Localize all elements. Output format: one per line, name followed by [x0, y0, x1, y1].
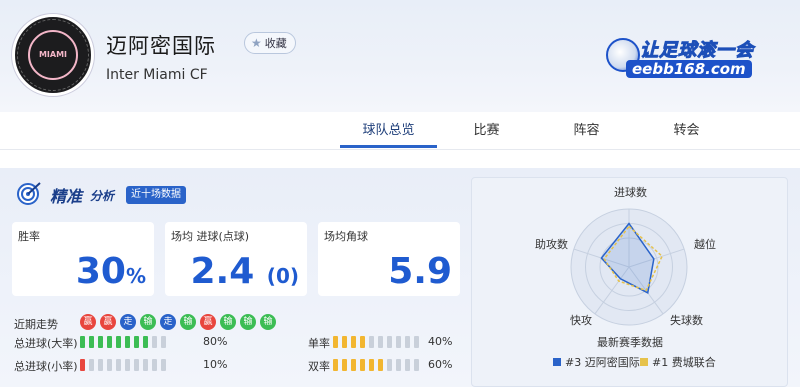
bar-segment	[89, 359, 94, 371]
bar-segment	[152, 336, 157, 348]
stat-card-win-rate: 胜率 30%	[12, 222, 154, 296]
trend-chip-loss: 输	[180, 314, 196, 330]
bar-label: 总进球(大率)	[14, 337, 78, 350]
favorite-button[interactable]: ★ 收藏	[244, 32, 296, 54]
trend-chip-loss: 输	[220, 314, 236, 330]
bar-segment	[369, 336, 374, 348]
brand-domain: eebb168.com	[626, 60, 752, 78]
legend-label: #3 迈阿密国际	[565, 356, 640, 369]
bar-segment	[152, 359, 157, 371]
trend-chip-loss: 输	[240, 314, 256, 330]
bar-segment	[143, 359, 148, 371]
bar-segment	[405, 359, 410, 371]
bar-segment	[116, 359, 121, 371]
bar-segment	[333, 359, 338, 371]
tab-transfers[interactable]: 转会	[638, 112, 735, 150]
bar-label: 总进球(小率)	[14, 360, 78, 373]
bar-segment	[333, 336, 338, 348]
radar-caption: 最新赛季数据	[597, 336, 663, 349]
bar-segment	[387, 359, 392, 371]
bar-segment	[80, 336, 85, 348]
bar-segment	[360, 359, 365, 371]
bar-percent: 80%	[203, 335, 228, 348]
bar-label: 双率	[308, 360, 330, 373]
bar-segment	[98, 336, 103, 348]
radar-axis-label: 进球数	[614, 186, 647, 199]
recent-ten-badge: 近十场数据	[126, 186, 186, 204]
legend-item: #3 迈阿密国际	[553, 354, 640, 370]
bar-segment	[134, 359, 139, 371]
stat-value: 2.4 (0)	[190, 251, 299, 292]
legend-swatch	[640, 358, 648, 366]
bar-segment	[360, 336, 365, 348]
bar-segment	[378, 359, 383, 371]
bar-percent: 60%	[428, 358, 453, 371]
logo-ring	[17, 19, 89, 91]
bar-segment	[414, 336, 419, 348]
legend-item: #1 费城联合	[640, 354, 716, 370]
tab-matches[interactable]: 比赛	[438, 112, 535, 150]
bar-segment	[107, 336, 112, 348]
brand-logo: 让足球滚一会 eebb168.com	[604, 36, 776, 82]
bar-segment	[369, 359, 374, 371]
trend-chip-loss: 输	[260, 314, 276, 330]
trend-chip-win: 赢	[200, 314, 216, 330]
bar-segment	[342, 336, 347, 348]
stat-card-avg-corners: 场均角球 5.9	[318, 222, 460, 296]
bar-label: 单率	[308, 337, 330, 350]
stat-label: 胜率	[18, 230, 40, 243]
bar-segment	[342, 359, 347, 371]
bar-segment	[143, 336, 148, 348]
bar-segment	[396, 336, 401, 348]
bar-segment	[125, 359, 130, 371]
bar-segment	[116, 336, 121, 348]
bar-segment	[98, 359, 103, 371]
trend-chip-draw: 走	[160, 314, 176, 330]
bar-segment	[351, 336, 356, 348]
bar-segment	[161, 336, 166, 348]
brand-slogan: 让足球滚一会	[640, 40, 754, 62]
radar-axis-label: 助攻数	[535, 238, 568, 251]
bar-segment	[414, 359, 419, 371]
target-icon	[17, 182, 41, 205]
bar-segment	[378, 336, 383, 348]
bar-segment	[405, 336, 410, 348]
legend-label: #1 费城联合	[652, 356, 716, 369]
star-icon: ★	[251, 36, 262, 50]
active-tab-indicator	[340, 145, 437, 148]
bar-segment	[351, 359, 356, 371]
section-title: 精准	[50, 187, 83, 206]
radar-axis-label: 快攻	[570, 314, 592, 327]
stat-label: 场均角球	[324, 230, 368, 243]
bar-segment	[80, 359, 85, 371]
stat-card-avg-goals: 场均 进球(点球) 2.4 (0)	[165, 222, 307, 296]
team-logo: MIAMI	[12, 14, 94, 96]
bar-segment	[387, 336, 392, 348]
stat-label: 场均 进球(点球)	[171, 230, 250, 243]
stat-value: 5.9	[388, 251, 452, 292]
bar-segment	[107, 359, 112, 371]
trend-chip-win: 赢	[100, 314, 116, 330]
team-english-name: Inter Miami CF	[106, 67, 208, 83]
bar-percent: 10%	[203, 358, 228, 371]
bar-percent: 40%	[428, 335, 453, 348]
trend-chip-win: 赢	[80, 314, 96, 330]
favorite-label: 收藏	[264, 37, 287, 50]
radar-axis-label: 失球数	[670, 314, 703, 327]
bar-segment	[161, 359, 166, 371]
stat-value: 30%	[75, 251, 146, 292]
recent-trend-label: 近期走势	[14, 318, 58, 331]
radar-axis-label: 越位	[694, 238, 716, 251]
team-name: 迈阿密国际	[106, 34, 216, 58]
bar-segment	[125, 336, 130, 348]
bar-segment	[89, 336, 94, 348]
bar-segment	[134, 336, 139, 348]
bar-segment	[396, 359, 401, 371]
trend-chip-draw: 走	[120, 314, 136, 330]
team-header: MIAMI 迈阿密国际 ★ 收藏 Inter Miami CF 让足球滚一会 e…	[0, 0, 800, 112]
section-subtitle: 分析	[90, 189, 115, 203]
trend-chip-loss: 输	[140, 314, 156, 330]
legend-swatch	[553, 358, 561, 366]
tab-squad[interactable]: 阵容	[538, 112, 635, 150]
